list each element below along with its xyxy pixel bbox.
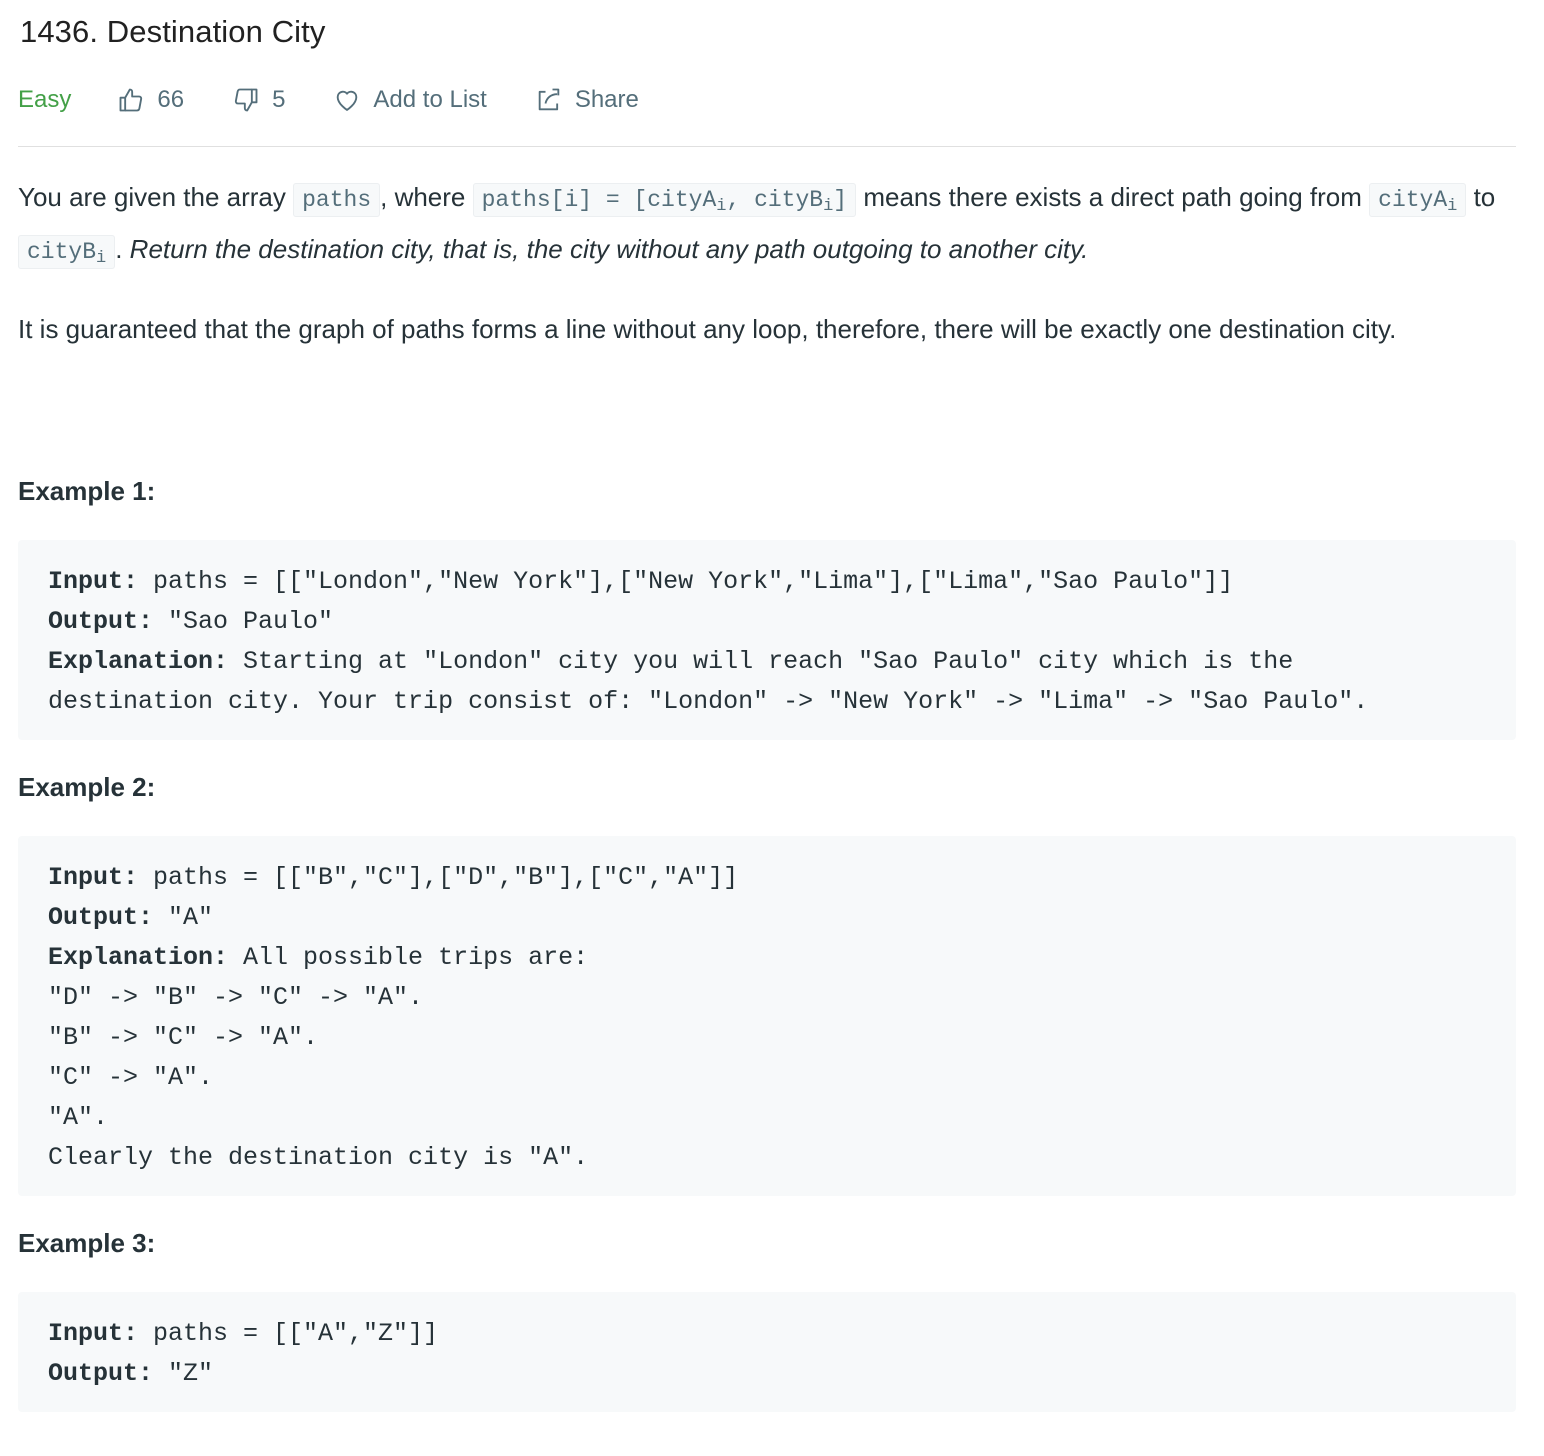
explanation-label: Explanation: (48, 943, 229, 972)
dislike-button[interactable]: 5 (232, 86, 285, 114)
explanation-value: Starting at "London" city you will reach… (48, 647, 1369, 716)
input-label: Input: (48, 863, 139, 892)
example-1-block: Input: paths = [["London","New York"],["… (18, 540, 1516, 740)
output-value: "Z" (153, 1359, 214, 1388)
example-2-title: Example 2: (18, 772, 156, 802)
code-paths: paths (293, 183, 381, 217)
explanation-label: Explanation: (48, 647, 229, 676)
problem-description: You are given the array paths, where pat… (18, 176, 1518, 378)
code-cityB: cityBi (18, 235, 116, 269)
text-run: , where (380, 182, 473, 212)
share-label: Share (574, 86, 639, 113)
header-divider (18, 146, 1516, 147)
subscript-i: i (96, 249, 107, 268)
explanation-value: All possible trips are: "D" -> "B" -> "C… (48, 943, 589, 1172)
text-run: means there exists a direct path going f… (856, 182, 1370, 212)
description-paragraph-2: It is guaranteed that the graph of paths… (18, 314, 1397, 344)
code-cityA: cityAi (1369, 183, 1467, 217)
input-value: paths = [["B","C"],["D","B"],["C","A"]] (138, 863, 739, 892)
text-run: You are given the array (18, 182, 294, 212)
like-count: 66 (157, 86, 185, 113)
input-label: Input: (48, 567, 139, 596)
text-run: to (1466, 182, 1496, 212)
output-value: "Sao Paulo" (153, 607, 334, 636)
input-value: paths = [["A","Z"]] (138, 1319, 439, 1348)
example-1-title: Example 1: (18, 476, 156, 506)
thumbs-up-icon (119, 88, 143, 112)
code-part: paths[i] = [cityA (481, 187, 717, 213)
share-icon (538, 88, 560, 111)
code-part: ] (833, 187, 848, 213)
heart-icon (337, 90, 358, 111)
subscript-i: i (823, 197, 834, 216)
input-label: Input: (48, 1319, 139, 1348)
add-to-list-button[interactable]: Add to List (333, 86, 487, 114)
output-value: "A" (153, 903, 214, 932)
example-3-title: Example 3: (18, 1228, 156, 1258)
italic-statement: Return the destination city, that is, th… (129, 234, 1089, 264)
thumbs-down-icon (234, 88, 258, 112)
subscript-i: i (1447, 197, 1458, 216)
like-button[interactable]: 66 (117, 86, 184, 114)
code-part: cityB (27, 239, 97, 265)
input-value: paths = [["London","New York"],["New Yor… (138, 567, 1234, 596)
add-to-list-label: Add to List (373, 86, 487, 113)
example-2-block: Input: paths = [["B","C"],["D","B"],["C"… (18, 836, 1516, 1196)
output-label: Output: (48, 903, 154, 932)
code-part: , cityB (726, 187, 824, 213)
subscript-i: i (716, 197, 727, 216)
dislike-count: 5 (272, 86, 286, 113)
output-label: Output: (48, 1359, 154, 1388)
code-part: cityA (1378, 187, 1448, 213)
output-label: Output: (48, 607, 154, 636)
problem-title: 1436. Destination City (20, 14, 326, 49)
difficulty-badge: Easy (18, 86, 72, 113)
example-3-block: Input: paths = [["A","Z"]] Output: "Z" (18, 1292, 1516, 1412)
text-run: . (115, 234, 130, 264)
problem-meta-bar: Easy 66 5 Add to List Share (18, 82, 687, 118)
code-paths-definition: paths[i] = [cityAi, cityBi] (472, 183, 857, 217)
problem-page: 1436. Destination City Easy 66 5 Add to … (0, 0, 1544, 1456)
share-button[interactable]: Share (535, 86, 639, 114)
description-paragraph-1: You are given the array paths, where pat… (18, 176, 1518, 280)
